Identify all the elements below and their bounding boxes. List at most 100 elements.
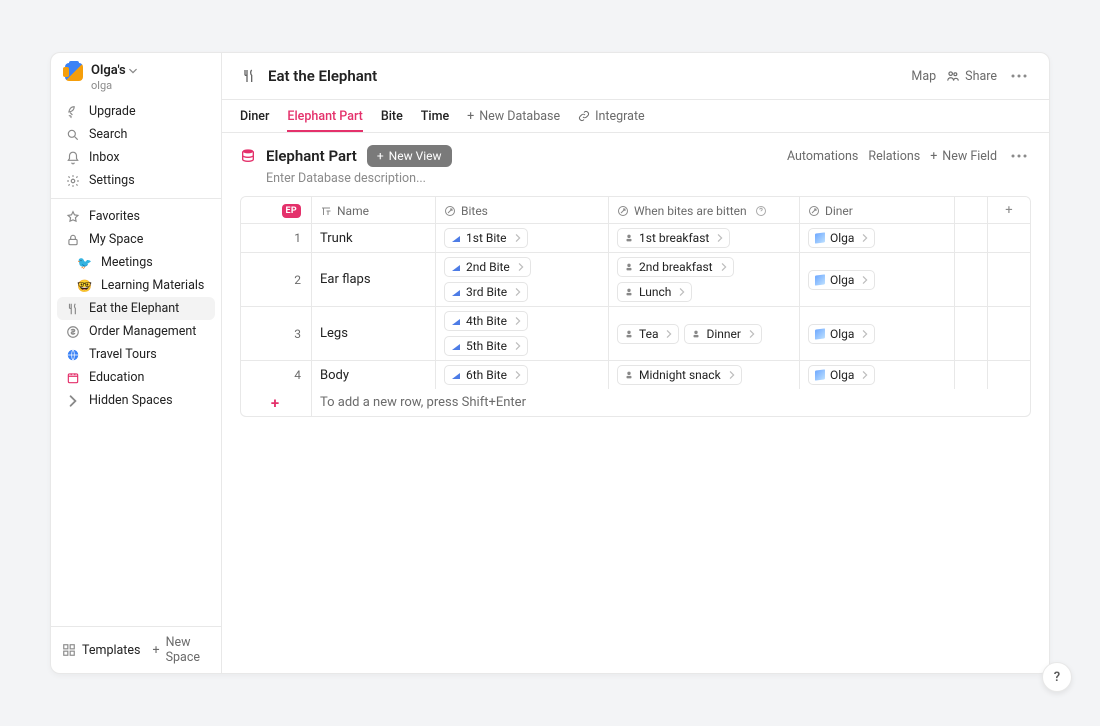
- bite-chip[interactable]: 5th Bite: [444, 336, 528, 356]
- help-icon[interactable]: [755, 205, 767, 217]
- sidebar-item-settings[interactable]: Settings: [57, 169, 215, 192]
- add-column-button[interactable]: +: [988, 197, 1030, 224]
- row-index: 2: [241, 253, 312, 306]
- sidebar-item-eat-elephant[interactable]: Eat the Elephant: [57, 297, 215, 320]
- cell-diner[interactable]: Olga: [800, 224, 955, 252]
- bite-chip[interactable]: 1st Bite: [444, 228, 528, 248]
- rocket-icon: [65, 104, 80, 119]
- sidebar: Olga's olga Upgrade Search Inbox: [51, 53, 222, 673]
- bite-chip[interactable]: 6th Bite: [444, 365, 528, 385]
- sidebar-item-meetings[interactable]: 🐦 Meetings: [57, 251, 215, 274]
- workspace-subtitle: olga: [91, 79, 137, 92]
- map-button[interactable]: Map: [911, 69, 936, 84]
- sidebar-item-education[interactable]: Education: [57, 366, 215, 389]
- database-description-input[interactable]: Enter Database description...: [222, 171, 1049, 196]
- lock-icon: [65, 232, 80, 247]
- sidebar-item-label: Favorites: [89, 209, 140, 224]
- cell-when[interactable]: Midnight snack: [609, 361, 800, 389]
- chevron-right-icon: [861, 371, 869, 379]
- templates-button[interactable]: Templates: [61, 643, 140, 658]
- bird-icon: 🐦: [77, 256, 92, 270]
- cell-bites[interactable]: 4th Bite 5th Bite: [436, 307, 609, 360]
- workspace-switcher[interactable]: Olga's olga: [51, 53, 221, 100]
- new-field-button[interactable]: + New Field: [930, 149, 997, 164]
- column-header-bites[interactable]: Bites: [436, 197, 609, 224]
- relations-button[interactable]: Relations: [868, 149, 920, 164]
- bite-chip[interactable]: 4th Bite: [444, 311, 528, 331]
- new-database-button[interactable]: + New Database: [467, 100, 560, 132]
- chip-label: Midnight snack: [639, 368, 721, 382]
- diner-chip[interactable]: Olga: [808, 270, 875, 290]
- add-row[interactable]: + To add a new row, press Shift+Enter: [241, 389, 1030, 416]
- sidebar-item-favorites[interactable]: Favorites: [57, 205, 215, 228]
- column-header-name[interactable]: Name: [312, 197, 436, 224]
- sidebar-item-travel-tours[interactable]: Travel Tours: [57, 343, 215, 366]
- cell-bites[interactable]: 1st Bite: [436, 224, 609, 252]
- time-chip[interactable]: Lunch: [617, 282, 692, 302]
- bite-chip[interactable]: 3rd Bite: [444, 282, 528, 302]
- nerd-face-icon: 🤓: [77, 279, 92, 293]
- cell-when[interactable]: Tea Dinner: [609, 307, 800, 360]
- diner-chip[interactable]: Olga: [808, 365, 875, 385]
- sidebar-item-order-management[interactable]: Order Management: [57, 320, 215, 343]
- text-type-icon: [320, 205, 332, 217]
- sidebar-item-upgrade[interactable]: Upgrade: [57, 100, 215, 123]
- sidebar-item-hidden-spaces[interactable]: Hidden Spaces: [57, 389, 215, 412]
- cell-when[interactable]: 1st breakfast: [609, 224, 800, 252]
- share-button[interactable]: Share: [946, 69, 997, 84]
- diner-chip[interactable]: Olga: [808, 228, 875, 248]
- db-more-menu-button[interactable]: [1007, 150, 1031, 162]
- integrate-button[interactable]: Integrate: [578, 100, 645, 132]
- plus-icon: +: [1005, 203, 1012, 218]
- time-chip[interactable]: 1st breakfast: [617, 228, 730, 248]
- sidebar-item-label: Meetings: [101, 255, 153, 270]
- sidebar-item-label: Education: [89, 370, 144, 385]
- cell-diner[interactable]: Olga: [800, 307, 955, 360]
- column-header-diner[interactable]: Diner: [800, 197, 955, 224]
- database-title: Elephant Part: [266, 147, 357, 165]
- cell-diner[interactable]: Olga: [800, 361, 955, 389]
- time-chip[interactable]: 2nd breakfast: [617, 257, 734, 277]
- sidebar-spaces-group: Favorites My Space 🐦 Meetings 🤓 Learning…: [51, 205, 221, 412]
- cell-diner[interactable]: Olga: [800, 253, 955, 306]
- cell-bites[interactable]: 2nd Bite 3rd Bite: [436, 253, 609, 306]
- diner-chip[interactable]: Olga: [808, 324, 875, 344]
- cell-name[interactable]: Ear flaps: [312, 253, 436, 306]
- cell-name[interactable]: Trunk: [312, 224, 436, 252]
- time-chip[interactable]: Midnight snack: [617, 365, 742, 385]
- automations-button[interactable]: Automations: [787, 149, 858, 164]
- chevron-right-icon: [861, 330, 869, 338]
- chip-icon: [451, 316, 461, 326]
- sidebar-item-label: Learning Materials: [101, 278, 204, 293]
- new-space-button[interactable]: + New Space: [152, 635, 211, 665]
- time-chip[interactable]: Dinner: [684, 324, 761, 344]
- time-chip[interactable]: Tea: [617, 324, 679, 344]
- cell-name[interactable]: Legs: [312, 307, 436, 360]
- sidebar-item-myspace[interactable]: My Space: [57, 228, 215, 251]
- chip-icon: [624, 262, 634, 272]
- new-view-button[interactable]: + New View: [367, 145, 452, 167]
- tab-elephant-part[interactable]: Elephant Part: [287, 100, 362, 132]
- sidebar-item-learning[interactable]: 🤓 Learning Materials: [57, 274, 215, 297]
- chevron-right-icon: [517, 263, 525, 271]
- tab-diner[interactable]: Diner: [240, 100, 269, 132]
- more-menu-button[interactable]: [1007, 70, 1031, 82]
- cell-when[interactable]: 2nd breakfast Lunch: [609, 253, 800, 306]
- chevron-right-icon: [514, 234, 522, 242]
- chip-label: Olga: [830, 231, 854, 245]
- tab-time[interactable]: Time: [421, 100, 449, 132]
- sidebar-item-search[interactable]: Search: [57, 123, 215, 146]
- chip-icon: [815, 233, 825, 243]
- cell-bites[interactable]: 6th Bite: [436, 361, 609, 389]
- chevron-right-icon: [514, 342, 522, 350]
- bell-icon: [65, 150, 80, 165]
- column-header-when[interactable]: When bites are bitten: [609, 197, 800, 224]
- cell-name[interactable]: Body: [312, 361, 436, 389]
- tab-bite[interactable]: Bite: [381, 100, 403, 132]
- sidebar-item-label: Settings: [89, 173, 135, 188]
- sidebar-item-inbox[interactable]: Inbox: [57, 146, 215, 169]
- column-header-label: Bites: [461, 204, 488, 218]
- bite-chip[interactable]: 2nd Bite: [444, 257, 531, 277]
- help-fab-button[interactable]: ?: [1042, 662, 1072, 692]
- row-index: 3: [241, 307, 312, 360]
